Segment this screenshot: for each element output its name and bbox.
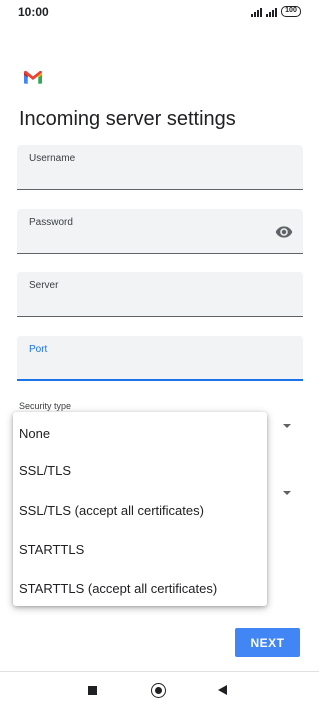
security-type-dropdown: None SSL/TLS SSL/TLS (accept all certifi… — [13, 412, 267, 606]
username-field[interactable]: Username — [17, 145, 303, 190]
status-bar: 10:00 100 — [0, 0, 319, 26]
port-label: Port — [29, 344, 48, 355]
port-field[interactable]: Port — [17, 336, 303, 381]
chevron-down-icon[interactable] — [283, 424, 291, 428]
next-button[interactable]: NEXT — [235, 628, 300, 657]
password-field[interactable]: Password — [17, 209, 303, 254]
nav-divider — [0, 671, 319, 672]
status-time: 10:00 — [18, 5, 49, 19]
chevron-down-icon[interactable] — [283, 491, 291, 495]
username-label: Username — [29, 153, 76, 164]
server-label: Server — [29, 280, 59, 291]
home-icon[interactable] — [151, 683, 166, 698]
signal-icon — [266, 7, 277, 17]
dropdown-option-ssl-tls-accept-all[interactable]: SSL/TLS (accept all certificates) — [19, 503, 204, 518]
page-title: Incoming server settings — [19, 108, 236, 130]
dropdown-option-starttls-accept-all[interactable]: STARTTLS (accept all certificates) — [19, 581, 217, 596]
back-icon[interactable] — [218, 685, 227, 695]
eye-icon[interactable] — [275, 223, 293, 241]
status-icons: 100 — [251, 6, 301, 17]
server-field[interactable]: Server — [17, 272, 303, 317]
dropdown-option-none[interactable]: None — [19, 426, 50, 441]
security-type-label: Security type — [19, 401, 72, 411]
battery-icon: 100 — [281, 6, 301, 17]
password-label: Password — [29, 217, 73, 228]
gmail-logo — [24, 70, 42, 84]
signal-icon — [251, 7, 262, 17]
dropdown-option-starttls[interactable]: STARTTLS — [19, 542, 84, 557]
recent-apps-icon[interactable] — [88, 686, 97, 695]
dropdown-option-ssl-tls[interactable]: SSL/TLS — [19, 463, 71, 478]
